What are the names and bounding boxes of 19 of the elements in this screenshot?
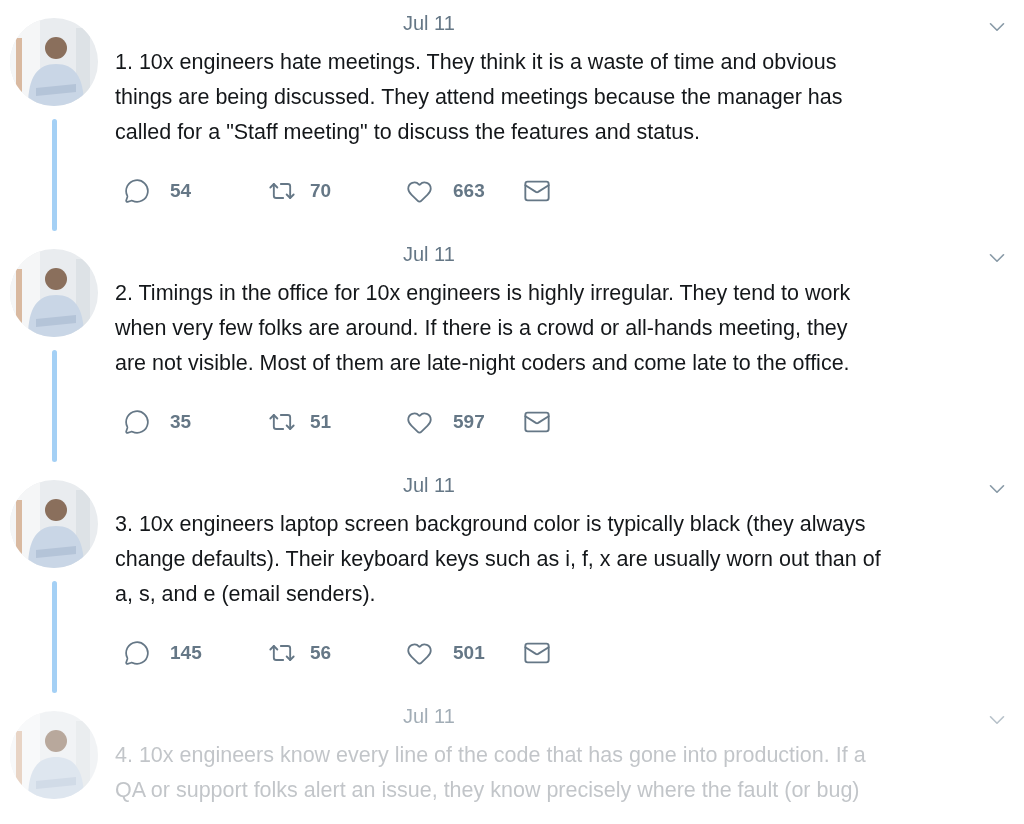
reply-count: 54 [170,178,193,203]
tweet-date[interactable]: Jul 11 [403,472,455,498]
reply-count: 35 [170,409,193,434]
like-count: 597 [453,409,486,434]
tweet-date[interactable]: Jul 11 [403,241,455,267]
reply-icon[interactable] [124,640,150,666]
tweet-text: 4. 10x engineers know every line of the code that has gone into production. If a QA or support folks alert an issue, they know precisely where the fault (or bug) [115,742,867,804]
retweet-count: 51 [310,409,333,434]
retweet-count: 70 [310,178,333,203]
tweet-text: 2. Timings in the office for 10x engineers is highly irregular. They tend to work when very few folks are around. If there is a crowd or all-hands meeting, they are not visible. Most of them are late-night coders and come late to the office. [115,280,852,377]
retweet-count: 56 [310,640,333,665]
tweet-text: 1. 10x engineers hate meetings. They think it is a waste of time and obvious things are being discussed. They attend meetings because the manager has called for a "Staff meeting" to discuss the features and status. [115,49,844,146]
reply-icon[interactable] [124,178,150,204]
reply-icon[interactable] [124,409,150,435]
like-count: 501 [453,640,486,665]
tweet-text: 3. 10x engineers laptop screen background color is typically black (they always change defaults). Their keyboard keys such as i, f, x are usually worn out than of a, s, and e (email senders). [115,511,882,608]
tweet-date[interactable]: Jul 11 [403,10,455,36]
like-count: 663 [453,178,486,203]
reply-count: 145 [170,640,203,665]
